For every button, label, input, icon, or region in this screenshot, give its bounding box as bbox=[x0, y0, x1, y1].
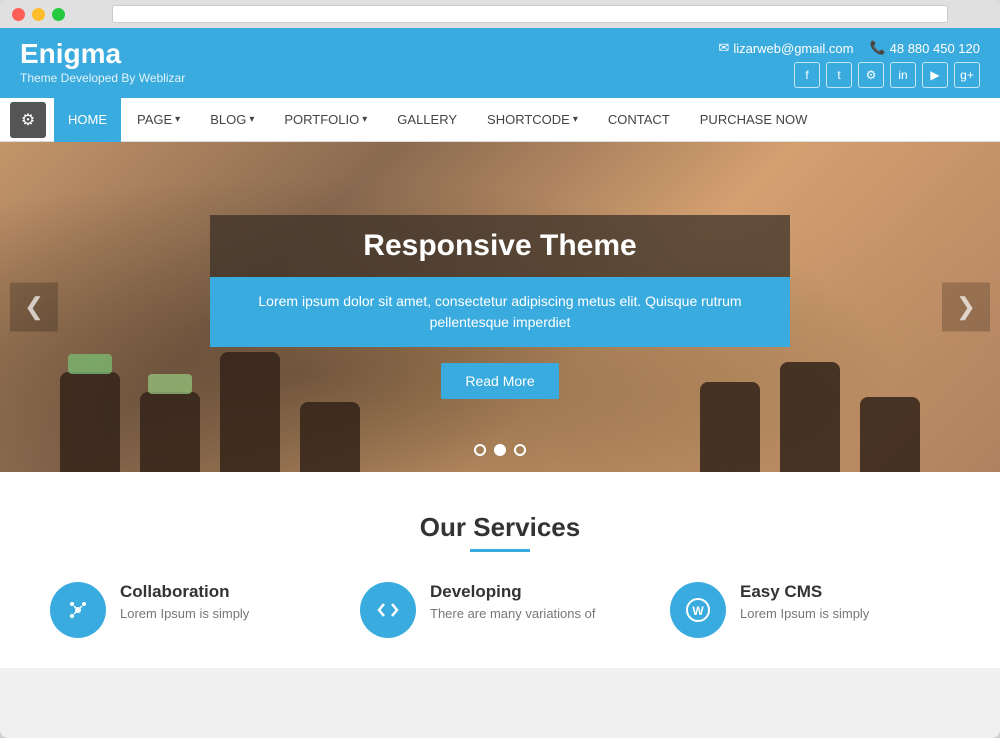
email-value: lizarweb@gmail.com bbox=[733, 41, 853, 56]
services-underline bbox=[470, 549, 530, 552]
nav-bar: ⚙ HOME PAGE ▾ BLOG ▾ PORTFOLIO ▾ GALLERY… bbox=[0, 98, 1000, 142]
nav-gallery[interactable]: GALLERY bbox=[383, 98, 471, 142]
nav-purchase[interactable]: PURCHASE NOW bbox=[686, 98, 822, 142]
slider-dot-2[interactable] bbox=[494, 444, 506, 456]
slider-prev-button[interactable]: ❮ bbox=[10, 283, 58, 332]
services-section: Our Services Collaboration bbox=[0, 472, 1000, 668]
title-bar bbox=[0, 0, 1000, 28]
social-icons: f t ⚙ in ▶ g+ bbox=[794, 62, 980, 88]
nav-page[interactable]: PAGE ▾ bbox=[123, 98, 194, 142]
phone-info: 📞 48 880 450 120 bbox=[869, 40, 980, 56]
nav-items: HOME PAGE ▾ BLOG ▾ PORTFOLIO ▾ GALLERY S… bbox=[54, 98, 821, 142]
easycms-icon: W bbox=[670, 582, 726, 638]
services-grid: Collaboration Lorem Ipsum is simply Deve… bbox=[30, 582, 970, 638]
slider-next-button[interactable]: ❯ bbox=[942, 283, 990, 332]
close-button[interactable] bbox=[12, 8, 25, 21]
linkedin-icon[interactable]: in bbox=[890, 62, 916, 88]
slider-dot-3[interactable] bbox=[514, 444, 526, 456]
address-bar[interactable] bbox=[112, 5, 948, 23]
slider-text-box: Lorem ipsum dolor sit amet, consectetur … bbox=[210, 277, 790, 347]
brand-tagline: Theme Developed By Weblizar bbox=[20, 71, 185, 85]
services-title: Our Services bbox=[30, 512, 970, 543]
developing-icon bbox=[360, 582, 416, 638]
brand: Enigma Theme Developed By Weblizar bbox=[20, 40, 185, 85]
nav-portfolio[interactable]: PORTFOLIO ▾ bbox=[270, 98, 381, 142]
slider-title-box: Responsive Theme bbox=[210, 215, 790, 277]
minimize-button[interactable] bbox=[32, 8, 45, 21]
slider-content: Responsive Theme Lorem ipsum dolor sit a… bbox=[210, 215, 790, 399]
svg-text:W: W bbox=[692, 604, 704, 618]
collaboration-desc: Lorem Ipsum is simply bbox=[120, 606, 249, 621]
developing-desc: There are many variations of bbox=[430, 606, 595, 621]
developing-name: Developing bbox=[430, 582, 595, 602]
youtube-icon[interactable]: ▶ bbox=[922, 62, 948, 88]
nav-shortcode[interactable]: SHORTCODE ▾ bbox=[473, 98, 592, 142]
nav-contact[interactable]: CONTACT bbox=[594, 98, 684, 142]
browser-window: Enigma Theme Developed By Weblizar ✉ liz… bbox=[0, 0, 1000, 738]
contact-info: ✉ lizarweb@gmail.com 📞 48 880 450 120 bbox=[718, 40, 980, 56]
collaboration-name: Collaboration bbox=[120, 582, 249, 602]
easycms-text: Easy CMS Lorem Ipsum is simply bbox=[740, 582, 869, 621]
read-more-button[interactable]: Read More bbox=[441, 363, 558, 399]
facebook-icon[interactable]: f bbox=[794, 62, 820, 88]
slider-text: Lorem ipsum dolor sit amet, consectetur … bbox=[240, 291, 760, 333]
service-easycms: W Easy CMS Lorem Ipsum is simply bbox=[670, 582, 950, 638]
twitter-icon[interactable]: t bbox=[826, 62, 852, 88]
header-right: ✉ lizarweb@gmail.com 📞 48 880 450 120 f … bbox=[718, 40, 980, 88]
settings-social-icon[interactable]: ⚙ bbox=[858, 62, 884, 88]
nav-home[interactable]: HOME bbox=[54, 98, 121, 142]
service-developing: Developing There are many variations of bbox=[360, 582, 640, 638]
google-plus-icon[interactable]: g+ bbox=[954, 62, 980, 88]
phone-value: 48 880 450 120 bbox=[890, 41, 980, 56]
nav-blog[interactable]: BLOG ▾ bbox=[196, 98, 268, 142]
slider-dots bbox=[474, 444, 526, 456]
slider-dot-1[interactable] bbox=[474, 444, 486, 456]
slider-title: Responsive Theme bbox=[240, 229, 760, 263]
brand-name: Enigma bbox=[20, 40, 185, 68]
easycms-desc: Lorem Ipsum is simply bbox=[740, 606, 869, 621]
email-icon: ✉ bbox=[718, 40, 729, 56]
hero-slider: Responsive Theme Lorem ipsum dolor sit a… bbox=[0, 142, 1000, 472]
service-collaboration: Collaboration Lorem Ipsum is simply bbox=[50, 582, 330, 638]
developing-text: Developing There are many variations of bbox=[430, 582, 595, 621]
maximize-button[interactable] bbox=[52, 8, 65, 21]
collaboration-icon bbox=[50, 582, 106, 638]
phone-icon: 📞 bbox=[869, 40, 885, 56]
settings-button[interactable]: ⚙ bbox=[10, 102, 46, 138]
easycms-name: Easy CMS bbox=[740, 582, 869, 602]
site-header: Enigma Theme Developed By Weblizar ✉ liz… bbox=[0, 28, 1000, 98]
collaboration-text: Collaboration Lorem Ipsum is simply bbox=[120, 582, 249, 621]
email-info: ✉ lizarweb@gmail.com bbox=[718, 40, 853, 56]
